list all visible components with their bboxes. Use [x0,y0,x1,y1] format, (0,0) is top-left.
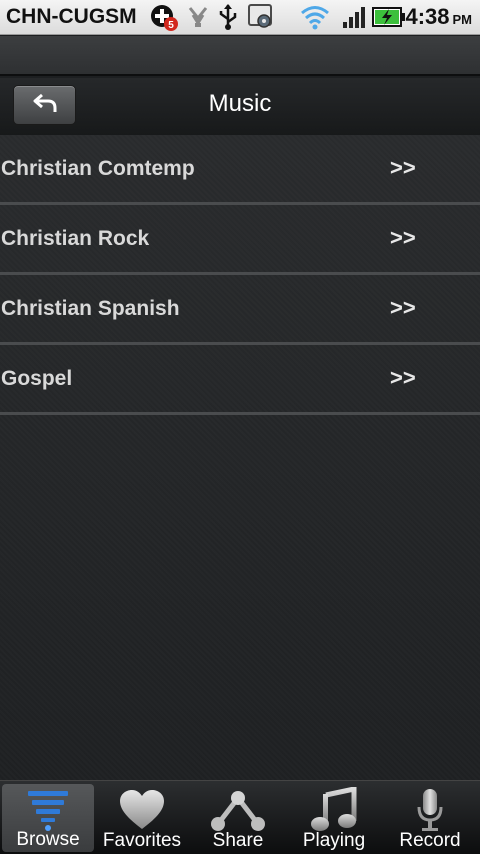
tab-label: Browse [16,829,80,850]
tab-label: Record [399,830,461,851]
clock: 4:38 PM [405,4,472,30]
list-item-christian-spanish[interactable]: Christian Spanish >> [0,275,480,345]
battery-charging-icon [372,6,406,28]
tab-bar: Browse Favorites Share Playing Record [0,780,480,854]
tab-label: Favorites [102,830,182,851]
status-bar: CHN-CUGSM 5 4:38 PM [0,0,480,35]
carrier-name: CHN-CUGSM [6,5,137,28]
chevron-right-icon: >> [390,225,416,250]
list-item-christian-rock[interactable]: Christian Rock >> [0,205,480,275]
clock-ampm: PM [452,12,473,27]
tab-label: Share [212,830,264,851]
notification-count: 5 [168,20,174,31]
header: Music [0,78,480,135]
clock-time: 4:38 [405,4,450,29]
list-item-christian-comtemp[interactable]: Christian Comtemp >> [0,135,480,205]
tab-browse[interactable]: Browse [2,784,94,852]
add-notification-icon: 5 [149,2,179,32]
list-item-label: Christian Rock [1,226,150,250]
notification-icons: 5 [149,2,283,32]
page-title: Music [208,90,272,117]
tab-share[interactable]: Share [190,781,286,854]
tab-record[interactable]: Record [382,781,478,854]
list-item-label: Christian Comtemp [1,156,195,180]
genre-list: Christian Comtemp >> Christian Rock >> C… [0,135,480,780]
browse-icon [25,786,71,834]
chevron-right-icon: >> [390,365,416,390]
chevron-right-icon: >> [390,295,416,320]
tab-label: Playing [302,830,366,851]
tab-favorites[interactable]: Favorites [94,781,190,854]
tab-playing[interactable]: Playing [286,781,382,854]
app-strip [0,36,480,76]
list-item-label: Gospel [1,366,73,390]
wifi-icon [300,4,330,30]
list-item-gospel[interactable]: Gospel >> [0,345,480,415]
microphone-icon [415,786,445,834]
chevron-right-icon: >> [390,155,416,180]
music-note-icon [310,786,358,834]
list-item-label: Christian Spanish [1,296,180,320]
heart-icon [118,786,166,834]
share-icon [210,786,266,834]
usb-icon [217,3,239,31]
settings-update-icon [247,3,275,31]
download-badge-icon [187,5,209,29]
signal-icon [342,5,366,29]
